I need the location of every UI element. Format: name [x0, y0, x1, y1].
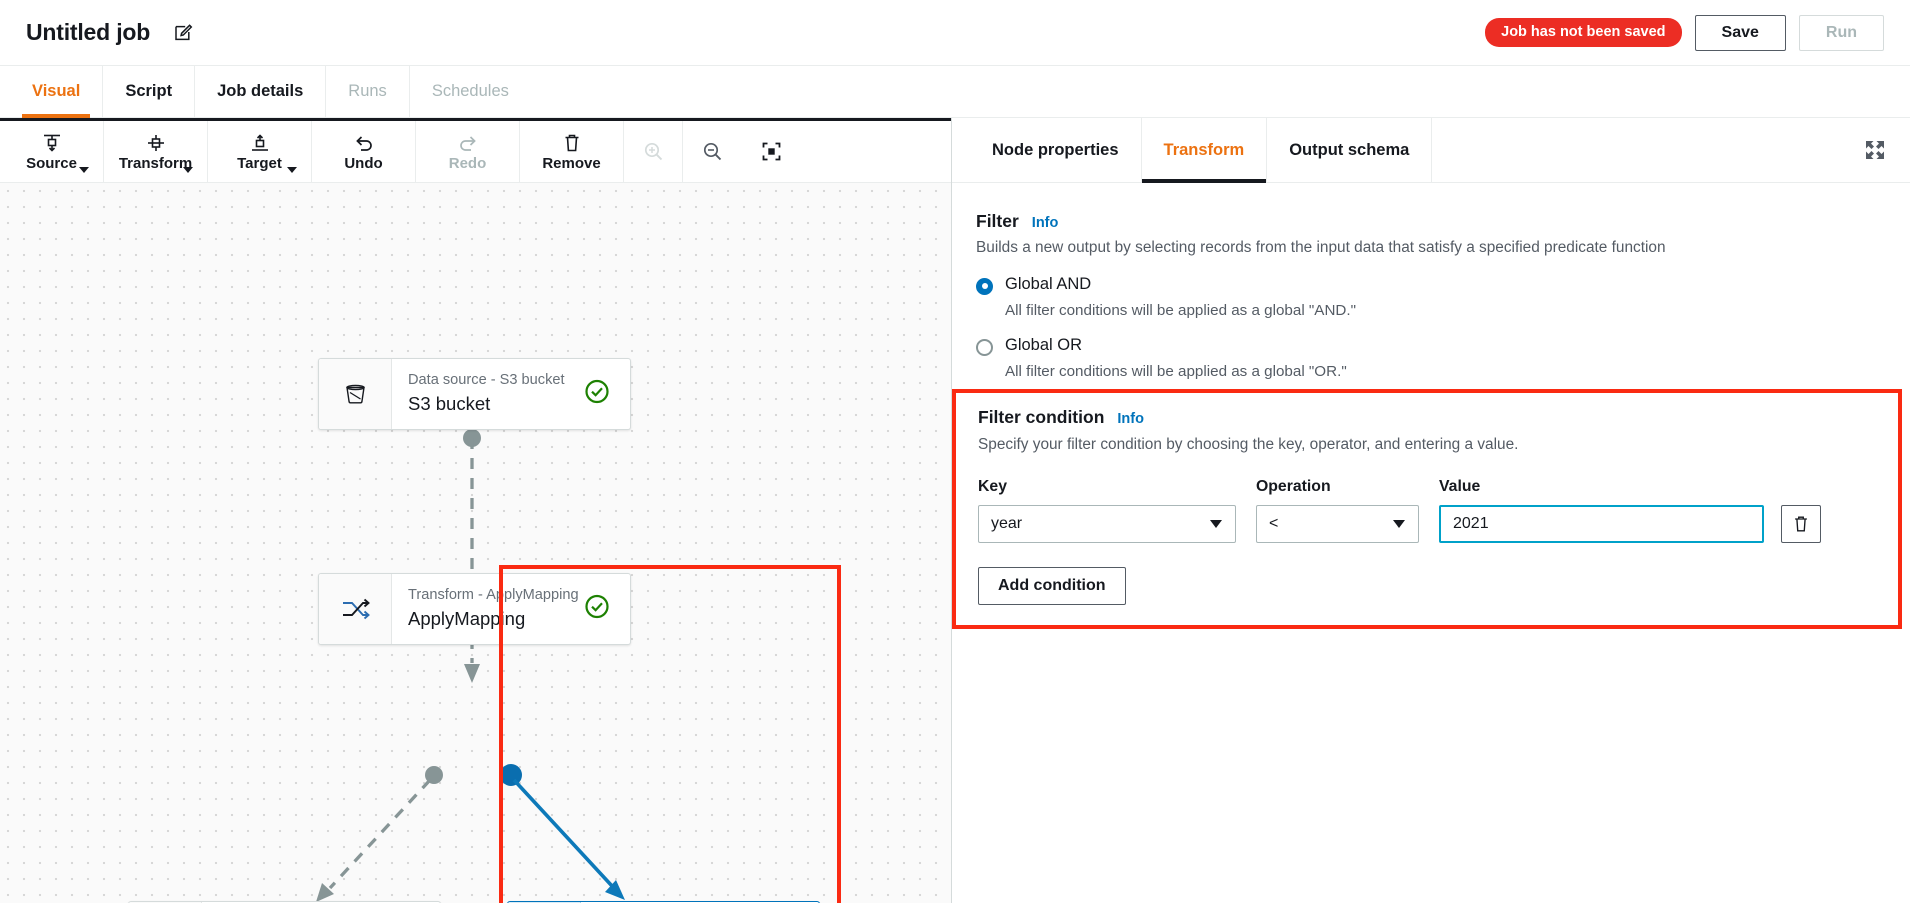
node-status-valid-icon — [584, 594, 610, 625]
toolbar-target-button[interactable]: Target — [208, 121, 312, 182]
radio-global-or-texts: Global OR All filter conditions will be … — [1005, 336, 1347, 382]
visual-canvas[interactable]: Data source - S3 bucket S3 bucket Transf… — [0, 183, 951, 903]
toolbar-target-label: Target — [237, 155, 282, 172]
node-icon-cell — [319, 359, 392, 429]
chevron-down-icon — [1210, 519, 1222, 528]
run-button[interactable]: Run — [1798, 14, 1884, 51]
page-title: Untitled job — [26, 19, 151, 45]
trash-icon — [565, 134, 578, 152]
radio-global-or-description: All filter conditions will be applied as… — [1005, 363, 1347, 381]
node-detail-panel: Node properties Transform Output schema … — [952, 118, 1910, 903]
panel-content: Filter Info Builds a new output by selec… — [952, 183, 1910, 903]
filter-condition-description: Specify your filter condition by choosin… — [978, 436, 1519, 453]
toolbar-source-label: Source — [26, 155, 77, 172]
radio-global-and-description: All filter conditions will be applied as… — [1005, 301, 1356, 319]
operation-select-value: < — [1269, 514, 1279, 532]
expand-arrows-icon[interactable] — [1862, 137, 1888, 163]
value-input[interactable]: 2021 — [1439, 504, 1764, 543]
filter-section-header: Filter Info — [976, 211, 1884, 232]
main-tab-bar: Visual Script Job details Runs Schedules — [0, 66, 1910, 118]
zoom-in-icon — [644, 142, 662, 161]
canvas-toolbar: Source Transform Target Undo Redo Remove — [0, 118, 951, 183]
filter-info-link[interactable]: Info — [1032, 215, 1059, 231]
radio-global-or-label: Global OR — [1005, 336, 1083, 355]
value-input-text: 2021 — [1453, 514, 1489, 532]
save-button[interactable]: Save — [1694, 14, 1786, 51]
tab-node-properties[interactable]: Node properties — [970, 118, 1142, 182]
node-status-valid-icon — [584, 379, 610, 410]
toolbar-source-button[interactable]: Source — [0, 121, 104, 182]
toolbar-redo-label: Redo — [448, 155, 487, 172]
tab-runs[interactable]: Runs — [326, 66, 410, 117]
fit-to-screen-icon — [762, 142, 781, 161]
radio-global-and-input[interactable] — [976, 277, 993, 295]
toolbar-fit-to-screen-button[interactable] — [742, 121, 801, 182]
tab-output-schema[interactable]: Output schema — [1267, 118, 1433, 182]
chevron-down-icon[interactable] — [79, 167, 89, 173]
canvas-column: Source Transform Target Undo Redo Remove… — [0, 118, 952, 903]
source-icon — [43, 134, 60, 152]
app-header: Untitled job Job has not been saved Save… — [0, 0, 1910, 66]
toolbar-zoom-in-button[interactable] — [624, 121, 683, 182]
toolbar-undo-button[interactable]: Undo — [312, 121, 416, 182]
node-body: Transform - ApplyMapping ApplyMapping — [392, 574, 630, 644]
tab-visual[interactable]: Visual — [10, 66, 104, 118]
s3-bucket-icon — [345, 384, 365, 403]
transform-icon — [147, 135, 164, 151]
toolbar-transform-label: Transform — [118, 155, 193, 172]
filter-description: Builds a new output by selecting records… — [976, 239, 1666, 256]
tab-script[interactable]: Script — [103, 66, 196, 117]
filter-condition-info-link[interactable]: Info — [1117, 411, 1144, 427]
toolbar-undo-label: Undo — [344, 155, 383, 172]
key-select-value: year — [991, 514, 1023, 532]
value-label: Value — [1439, 477, 1481, 495]
tab-job-details[interactable]: Job details — [195, 66, 327, 117]
add-condition-button[interactable]: Add condition — [978, 566, 1126, 605]
filter-condition-card: Filter condition Info Specify your filte… — [952, 389, 1902, 629]
connector-source-to-applymapping — [316, 429, 625, 902]
transform-arrows-icon — [342, 598, 370, 620]
filter-condition-title: Filter condition — [978, 407, 1105, 427]
key-label: Key — [978, 477, 1007, 495]
radio-option-global-and[interactable]: Global AND All filter conditions will be… — [976, 275, 1884, 321]
toolbar-transform-button[interactable]: Transform — [104, 121, 208, 182]
chevron-down-icon — [1393, 519, 1405, 528]
toolbar-remove-label: Remove — [542, 155, 601, 172]
toolbar-zoom-out-button[interactable] — [683, 121, 742, 182]
filter-condition-header: Filter condition Info — [978, 407, 1880, 428]
body-split: Source Transform Target Undo Redo Remove… — [0, 118, 1910, 903]
node-icon-cell — [319, 574, 392, 644]
header-actions: Job has not been saved Save Run — [1485, 14, 1884, 51]
tab-transform[interactable]: Transform — [1141, 118, 1268, 183]
toolbar-redo-button[interactable]: Redo — [416, 121, 520, 182]
key-field: Key year — [978, 478, 1236, 543]
canvas-node-applymapping[interactable]: Transform - ApplyMapping ApplyMapping — [318, 573, 631, 645]
trash-icon — [1795, 516, 1807, 532]
radio-global-and-texts: Global AND All filter conditions will be… — [1005, 275, 1356, 321]
redo-icon — [459, 136, 476, 151]
chevron-down-icon[interactable] — [183, 167, 193, 173]
status-badge: Job has not been saved — [1485, 18, 1682, 47]
radio-global-or-input[interactable] — [976, 339, 993, 357]
operation-label: Operation — [1256, 477, 1331, 495]
chevron-down-icon[interactable] — [287, 167, 297, 173]
node-body: Data source - S3 bucket S3 bucket — [392, 359, 630, 429]
tab-schedules[interactable]: Schedules — [410, 66, 531, 117]
operation-field: Operation < — [1256, 478, 1419, 543]
value-field: Value 2021 — [1439, 478, 1764, 543]
radio-global-and-label: Global AND — [1005, 274, 1092, 293]
panel-tab-bar: Node properties Transform Output schema — [952, 118, 1910, 183]
radio-option-global-or[interactable]: Global OR All filter conditions will be … — [976, 336, 1884, 382]
canvas-node-data-source[interactable]: Data source - S3 bucket S3 bucket — [318, 358, 631, 430]
filter-condition-row: Key year Operation < Value 2021 — [978, 478, 1880, 543]
zoom-out-icon — [703, 142, 722, 161]
delete-condition-button[interactable] — [1781, 504, 1821, 543]
key-select[interactable]: year — [978, 504, 1236, 543]
operation-select[interactable]: < — [1256, 504, 1419, 543]
edit-pencil-icon[interactable] — [172, 22, 194, 44]
filter-title: Filter — [976, 211, 1019, 231]
toolbar-remove-button[interactable]: Remove — [520, 121, 624, 182]
undo-icon — [355, 136, 372, 151]
target-icon — [251, 134, 268, 151]
